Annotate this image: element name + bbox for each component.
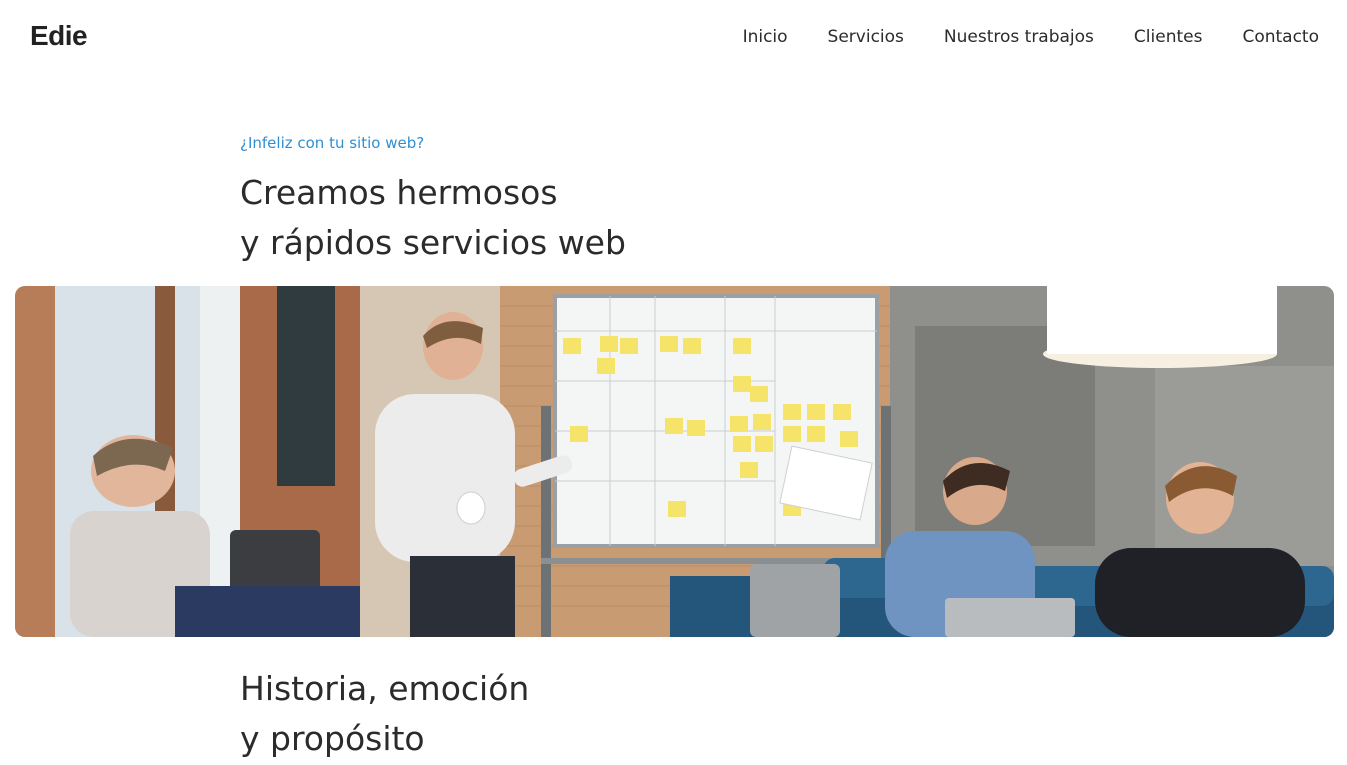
- section-title: Historia, emoción y propósito: [240, 664, 529, 764]
- section-title-line-2: y propósito: [240, 719, 425, 758]
- hero-title-line-2: y rápidos servicios web: [240, 223, 626, 262]
- hero-title: Creamos hermosos y rápidos servicios web: [240, 168, 626, 268]
- nav-link-inicio[interactable]: Inicio: [743, 27, 788, 47]
- hero-team-photo: [15, 286, 1334, 637]
- site-logo[interactable]: Edie: [30, 20, 88, 52]
- main-nav: Inicio Servicios Nuestros trabajos Clien…: [743, 27, 1319, 47]
- site-header: Edie Inicio Servicios Nuestros trabajos …: [0, 0, 1347, 78]
- nav-link-clientes[interactable]: Clientes: [1134, 27, 1203, 47]
- nav-link-servicios[interactable]: Servicios: [828, 27, 904, 47]
- section-title-line-1: Historia, emoción: [240, 669, 530, 708]
- nav-link-contacto[interactable]: Contacto: [1242, 27, 1319, 47]
- nav-link-nuestros-trabajos[interactable]: Nuestros trabajos: [944, 27, 1094, 47]
- hero-eyebrow: ¿Infeliz con tu sitio web?: [240, 134, 425, 152]
- hero-title-line-1: Creamos hermosos: [240, 173, 558, 212]
